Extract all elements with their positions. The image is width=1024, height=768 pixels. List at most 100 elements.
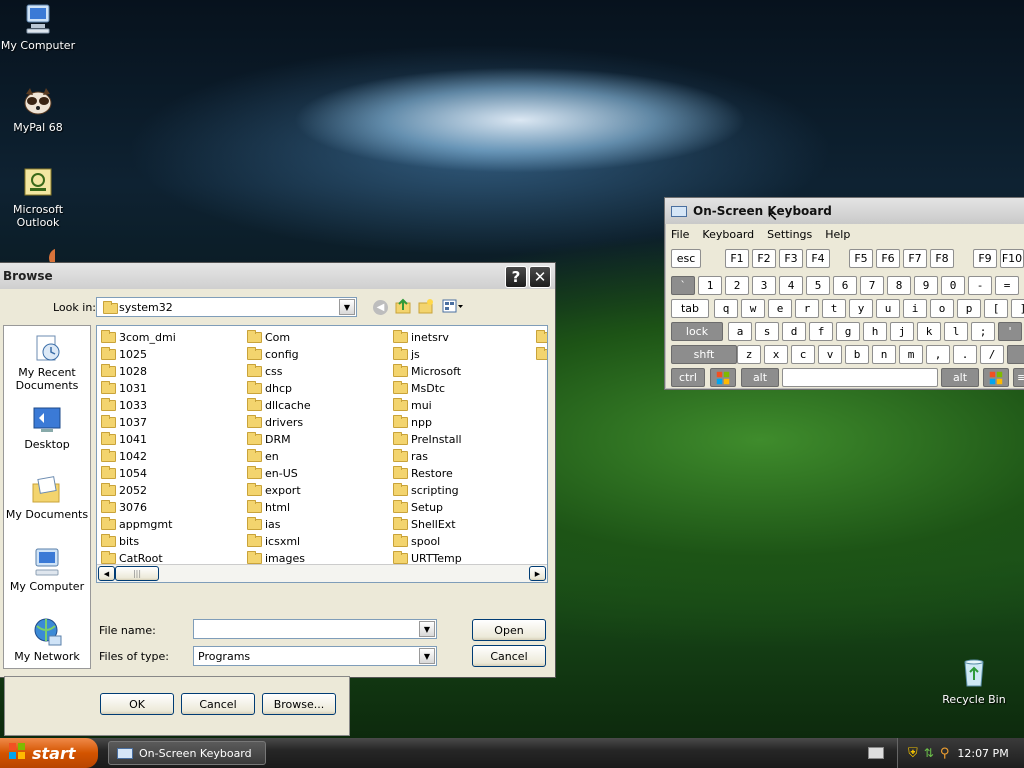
key-7[interactable]: 7: [860, 276, 884, 295]
key-x93[interactable]: ]: [1011, 299, 1024, 318]
key-4[interactable]: 4: [779, 276, 803, 295]
key-a[interactable]: a: [728, 322, 752, 341]
folder-item[interactable]: 1042: [101, 449, 147, 463]
key-F6[interactable]: F6: [876, 249, 900, 268]
key-F2[interactable]: F2: [752, 249, 776, 268]
key-3[interactable]: 3: [752, 276, 776, 295]
key-8[interactable]: 8: [887, 276, 911, 295]
key-0[interactable]: 0: [941, 276, 965, 295]
key-g[interactable]: g: [836, 322, 860, 341]
key-n[interactable]: n: [872, 345, 896, 364]
key-1[interactable]: 1: [698, 276, 722, 295]
key-q[interactable]: q: [714, 299, 738, 318]
key-t[interactable]: t: [822, 299, 846, 318]
key-F8[interactable]: F8: [930, 249, 954, 268]
folder-item[interactable]: DRM: [247, 432, 291, 446]
folder-item[interactable]: 3com_dmi: [101, 330, 176, 344]
scroll-right-button[interactable]: ▶: [529, 566, 546, 581]
folder-item[interactable]: Setup: [393, 500, 443, 514]
key-c[interactable]: c: [791, 345, 815, 364]
look-in-combo[interactable]: system32 ▼: [96, 297, 357, 317]
scroll-left-button[interactable]: ◀: [98, 566, 115, 581]
key-h[interactable]: h: [863, 322, 887, 341]
network-tray-icon[interactable]: ⇅: [924, 746, 934, 760]
key-windows[interactable]: [983, 368, 1009, 387]
key-F3[interactable]: F3: [779, 249, 803, 268]
folder-item[interactable]: html: [247, 500, 290, 514]
folder-item[interactable]: icsxml: [247, 534, 300, 548]
folder-item[interactable]: 1025: [101, 347, 147, 361]
place-my-computer[interactable]: My Computer: [4, 546, 90, 593]
folder-item[interactable]: 1031: [101, 381, 147, 395]
key-u[interactable]: u: [876, 299, 900, 318]
folder-item[interactable]: Com: [247, 330, 290, 344]
key-z[interactable]: z: [737, 345, 761, 364]
place-recent-documents[interactable]: My Recent Documents: [4, 332, 90, 392]
folder-item[interactable]: dllcache: [247, 398, 311, 412]
folder-item[interactable]: 1041: [101, 432, 147, 446]
key-x46[interactable]: .: [953, 345, 977, 364]
key-9[interactable]: 9: [914, 276, 938, 295]
ok-button[interactable]: OK: [100, 693, 174, 715]
key-m[interactable]: m: [899, 345, 923, 364]
folder-item[interactable]: ShellExt: [393, 517, 456, 531]
key-6[interactable]: 6: [833, 276, 857, 295]
back-icon[interactable]: ◀: [373, 300, 388, 315]
folder-item[interactable]: config: [247, 347, 299, 361]
scroll-thumb[interactable]: |||: [115, 566, 159, 581]
folder-item[interactable]: bits: [101, 534, 139, 548]
key-esc[interactable]: esc: [671, 249, 701, 268]
key-windows[interactable]: [710, 368, 736, 387]
desktop-icon-recycle-bin[interactable]: Recycle Bin: [934, 656, 1014, 706]
folder-item[interactable]: js: [393, 347, 420, 361]
open-button[interactable]: Open: [472, 619, 546, 641]
chevron-down-icon[interactable]: ▼: [339, 299, 355, 315]
key-i[interactable]: i: [903, 299, 927, 318]
key-x45[interactable]: -: [968, 276, 992, 295]
key-p[interactable]: p: [957, 299, 981, 318]
folder-item[interactable]: scripting: [393, 483, 459, 497]
key-2[interactable]: 2: [725, 276, 749, 295]
key-space[interactable]: [782, 368, 938, 387]
key-x47[interactable]: /: [980, 345, 1004, 364]
folder-item[interactable]: appmgmt: [101, 517, 172, 531]
file-type-select[interactable]: Programs ▼: [193, 646, 437, 666]
folder-item[interactable]: 1054: [101, 466, 147, 480]
up-folder-icon[interactable]: [395, 298, 411, 314]
key-F1[interactable]: F1: [725, 249, 749, 268]
cancel-button[interactable]: Cancel: [472, 645, 546, 667]
folder-item[interactable]: MsDtc: [393, 381, 445, 395]
keyboard-tray-icon[interactable]: [868, 747, 884, 759]
folder-item[interactable]: 3076: [101, 500, 147, 514]
key-alt[interactable]: alt: [741, 368, 779, 387]
place-desktop[interactable]: Desktop: [4, 404, 90, 451]
security-shield-icon[interactable]: ⛨: [908, 746, 918, 761]
folder-item[interactable]: 1028: [101, 364, 147, 378]
key-x39[interactable]: ': [998, 322, 1022, 341]
key-F5[interactable]: F5: [849, 249, 873, 268]
key-x59[interactable]: ;: [971, 322, 995, 341]
browse-dialog[interactable]: Browse ? ✕ Look in: system32 ▼ ◀ My Rece…: [0, 262, 556, 678]
desktop-icon-my-computer[interactable]: My Computer: [0, 2, 78, 52]
folder-item[interactable]: inetsrv: [393, 330, 449, 344]
key-w[interactable]: w: [741, 299, 765, 318]
new-folder-icon[interactable]: [418, 298, 434, 314]
help-button[interactable]: ?: [505, 266, 527, 288]
key-r[interactable]: r: [795, 299, 819, 318]
key-ctrl[interactable]: ctrl: [671, 368, 705, 387]
start-button[interactable]: start: [0, 738, 98, 768]
clock[interactable]: 12:07 PM: [957, 747, 1008, 760]
key-y[interactable]: y: [849, 299, 873, 318]
folder-item[interactable]: css: [247, 364, 283, 378]
key-o[interactable]: o: [930, 299, 954, 318]
key-F9[interactable]: F9: [973, 249, 997, 268]
key-k[interactable]: k: [917, 322, 941, 341]
key-x61[interactable]: =: [995, 276, 1019, 295]
folder-item[interactable]: en: [247, 449, 279, 463]
folder-item[interactable]: spool: [393, 534, 440, 548]
key-5[interactable]: 5: [806, 276, 830, 295]
taskbar-button-osk[interactable]: On-Screen Keyboard: [108, 741, 266, 765]
browse-titlebar[interactable]: Browse ? ✕: [0, 263, 555, 289]
desktop-icon-outlook[interactable]: Microsoft Outlook: [0, 166, 78, 229]
view-menu-icon[interactable]: [442, 299, 464, 314]
